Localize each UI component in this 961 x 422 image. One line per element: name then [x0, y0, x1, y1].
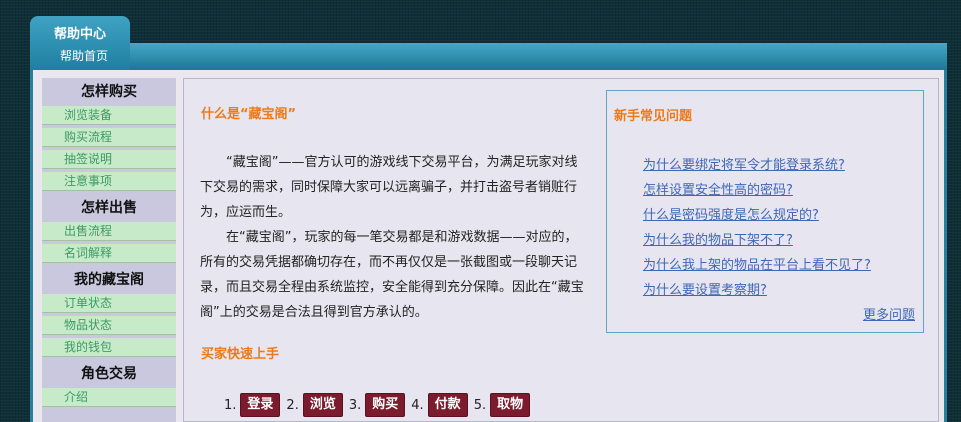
more-questions-link[interactable]: 更多问题: [863, 304, 915, 323]
faq-link[interactable]: 为什么我的物品下架不了?: [643, 229, 793, 248]
sidebar-item-order-status[interactable]: 订单状态: [42, 294, 176, 313]
sidebar-section-my: 我的藏宝阁 订单状态 物品状态 我的钱包: [42, 266, 176, 357]
step-number: 4.: [411, 397, 424, 413]
intro-text: “藏宝阁”——官方认可的游戏线下交易平台，为满足玩家对线下交易的需求，同时保障大…: [200, 150, 586, 325]
sidebar-item-glossary[interactable]: 名词解释: [42, 244, 176, 263]
login-button[interactable]: 登录: [240, 393, 281, 417]
browse-button[interactable]: 浏览: [302, 393, 343, 417]
intro-paragraph: 在“藏宝阁”，玩家的每一笔交易都是和游戏数据——对应的，所有的交易凭据都确切存在…: [200, 230, 584, 320]
step-number: 1.: [224, 397, 237, 413]
pay-button[interactable]: 付款: [427, 393, 468, 417]
sidebar-heading: 我的藏宝阁: [42, 266, 176, 294]
sidebar-heading: 怎样出售: [42, 194, 176, 222]
sidebar-item-item-status[interactable]: 物品状态: [42, 316, 176, 335]
buy-button[interactable]: 购买: [365, 393, 406, 417]
sidebar-item-sell-flow[interactable]: 出售流程: [42, 222, 176, 241]
sidebar-item-lottery[interactable]: 抽签说明: [42, 150, 176, 169]
help-home-link[interactable]: 帮助首页: [60, 47, 108, 64]
faq-link[interactable]: 为什么要绑定将军令才能登录系统?: [643, 154, 845, 173]
faq-link[interactable]: 怎样设置安全性高的密码?: [643, 179, 793, 198]
sidebar-section-buy: 怎样购买 浏览装备 购买流程 抽签说明 注意事项: [42, 78, 176, 191]
header-bar: [30, 43, 947, 70]
faq-link[interactable]: 为什么要设置考察期?: [643, 279, 767, 298]
help-center-title: 帮助中心: [53, 27, 106, 42]
sidebar: 怎样购买 浏览装备 购买流程 抽签说明 注意事项 怎样出售 出售流程 名词解释 …: [42, 78, 176, 422]
sidebar-heading: 怎样购买: [42, 78, 176, 106]
help-center-tab[interactable]: 帮助中心 帮助首页: [30, 16, 130, 70]
sidebar-section-sell: 怎样出售 出售流程 名词解释: [42, 194, 176, 263]
intro-paragraph: “藏宝阁”——官方认可的游戏线下交易平台，为满足玩家对线下交易的需求，同时保障大…: [200, 155, 578, 220]
faq-box: 新手常见问题 为什么要绑定将军令才能登录系统? 怎样设置安全性高的密码? 什么是…: [606, 90, 924, 333]
faq-link[interactable]: 什么是密码强度是怎么规定的?: [643, 204, 819, 223]
faq-link[interactable]: 为什么我上架的物品在平台上看不见了?: [643, 254, 871, 273]
sidebar-item-wallet[interactable]: 我的钱包: [42, 338, 176, 357]
faq-title: 新手常见问题: [614, 109, 693, 124]
sidebar-item-browse[interactable]: 浏览装备: [42, 106, 176, 125]
sidebar-section-role: 角色交易 介绍: [42, 360, 176, 407]
step-number: 2.: [286, 397, 299, 413]
step-number: 3.: [348, 397, 362, 413]
what-is-title: 什么是“藏宝阁”: [201, 107, 297, 122]
quick-start-title: 买家快速上手: [201, 347, 280, 362]
pickup-button[interactable]: 取物: [490, 393, 531, 417]
sidebar-item-buy-flow[interactable]: 购买流程: [42, 128, 176, 147]
quick-steps: 1. 登录 2. 浏览 3. 购买 4. 付款 5. 取物: [224, 393, 536, 417]
sidebar-item-intro[interactable]: 介绍: [42, 388, 176, 407]
step-number: 5.: [473, 397, 487, 413]
sidebar-heading: 角色交易: [42, 360, 176, 388]
sidebar-item-notes[interactable]: 注意事项: [42, 172, 176, 191]
